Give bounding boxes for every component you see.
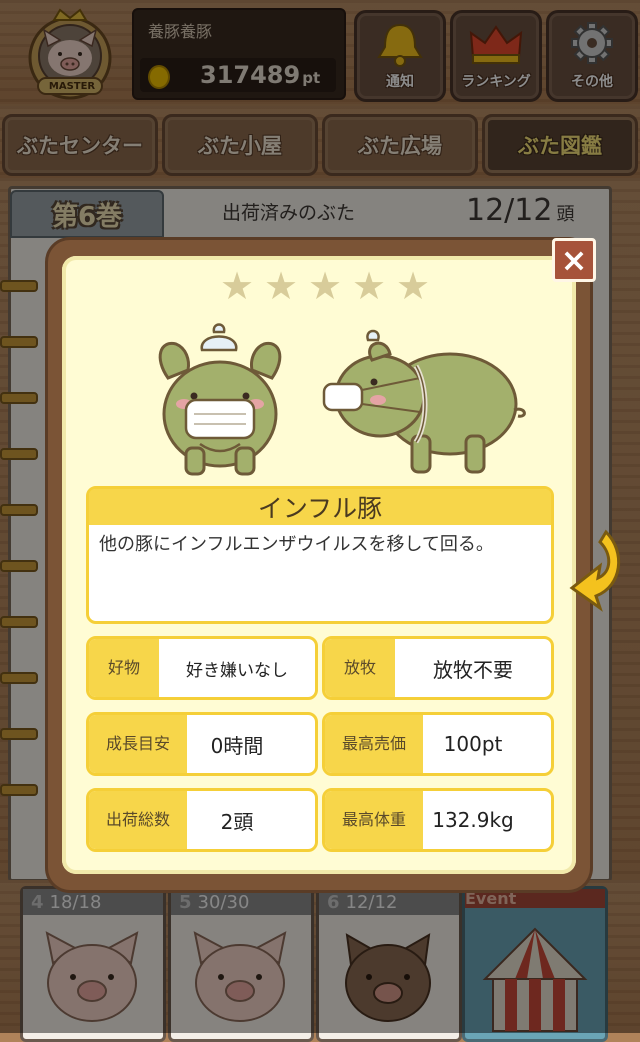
page-turn-arrow-icon[interactable]: [566, 526, 622, 612]
info-shipped-total: 出荷総数 2頭: [86, 788, 318, 852]
info-label: 放牧: [325, 639, 395, 697]
info-value: 100pt: [443, 732, 503, 756]
info-growth-time: 成長目安 0時間: [86, 712, 318, 776]
star-icon: ★: [264, 264, 299, 308]
info-max-weight: 最高体重 132.9kg: [322, 788, 554, 852]
star-icon: ★: [352, 264, 387, 308]
pig-info-box: インフル豚 他の豚にインフルエンザウイルスを移して回る。: [86, 486, 554, 624]
info-max-price: 最高売価 100pt: [322, 712, 554, 776]
info-grazing: 放牧 放牧不要: [322, 636, 554, 700]
info-favorite-food: 好物 好き嫌いなし: [86, 636, 318, 700]
pig-description: 他の豚にインフルエンザウイルスを移して回る。: [99, 534, 494, 555]
info-value: 132.9kg: [432, 808, 514, 832]
star-icon: ★: [396, 264, 431, 308]
star-icon: ★: [220, 264, 255, 308]
info-value: 放牧不要: [433, 657, 513, 682]
pig-name: インフル豚: [89, 489, 551, 525]
info-value: 2頭: [220, 809, 254, 834]
info-label: 好物: [89, 639, 159, 697]
rating-stars: ★ ★ ★ ★ ★: [220, 266, 430, 306]
pig-front-illustration: [158, 323, 282, 476]
info-value: 0時間: [210, 733, 264, 758]
close-button[interactable]: ×: [552, 238, 596, 282]
star-icon: ★: [308, 264, 343, 308]
info-value: 好き嫌いなし: [186, 660, 288, 681]
pig-side-illustration: [322, 329, 526, 474]
